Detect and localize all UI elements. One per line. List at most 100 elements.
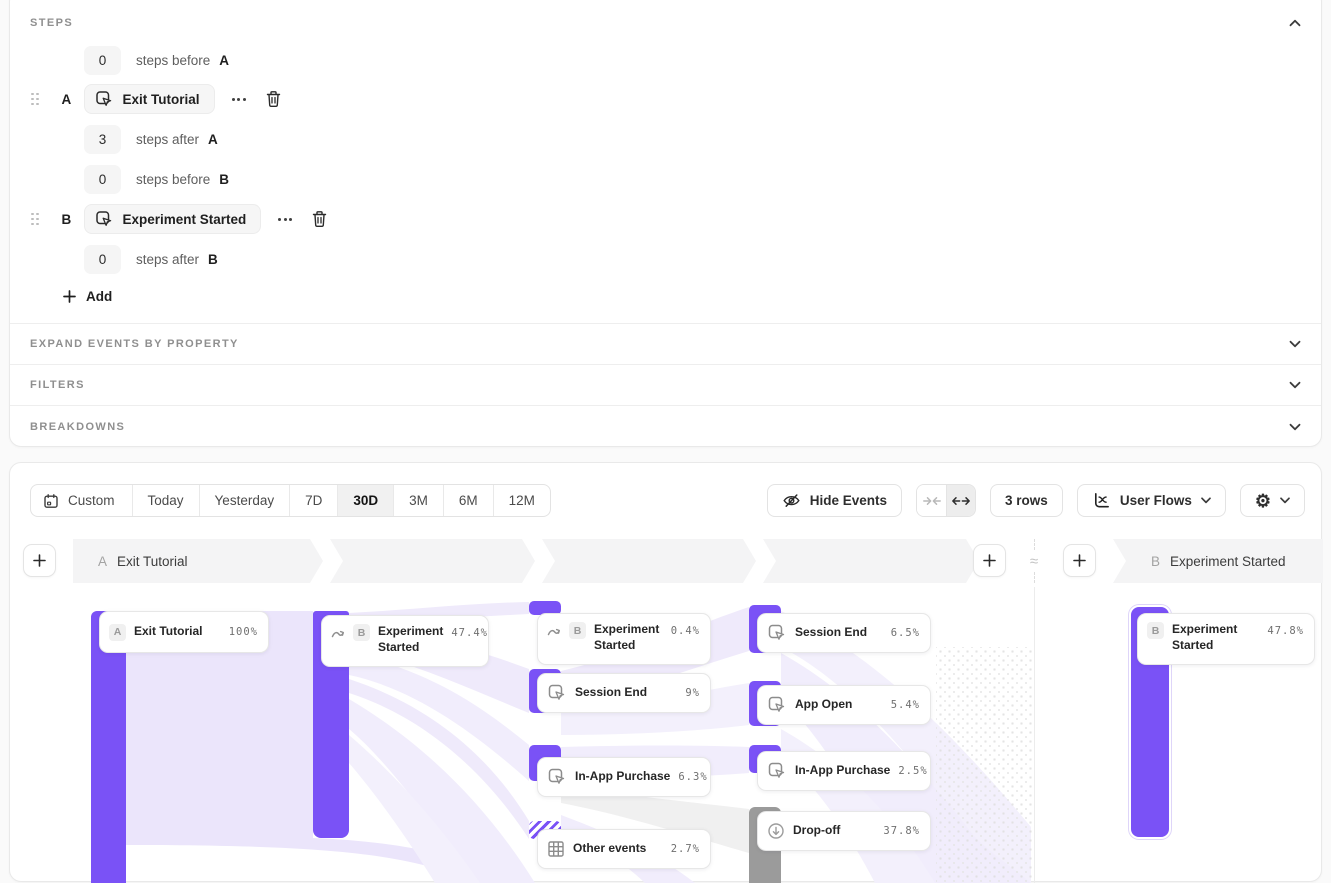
steps-before-a-input[interactable]: 0 [84, 46, 121, 75]
expand-events-by-property-section[interactable]: EXPAND EVENTS BY PROPERTY [10, 323, 1321, 364]
date-range-12m[interactable]: 12M [493, 485, 550, 516]
header-step-name: Exit Tutorial [117, 554, 188, 569]
chevron-up-icon[interactable] [1285, 13, 1305, 33]
rows-count-label: 3 rows [1005, 493, 1048, 508]
date-range-30d[interactable]: 30D [337, 485, 393, 516]
flows-report-panel: Custom Today Yesterday 7D 30D 3M 6M 12M … [9, 462, 1322, 882]
event-chip-label: Experiment Started [123, 212, 247, 227]
user-flows-icon [1092, 491, 1111, 510]
step-b-row: B Experiment Started [31, 204, 328, 234]
collapsed-gap-dots [936, 647, 1032, 883]
header-step-b[interactable]: B Experiment Started [1113, 539, 1323, 583]
add-column-button[interactable] [1063, 544, 1096, 577]
flow-card-experiment-started-04[interactable]: B Experiment Started 0.4% [537, 613, 711, 665]
step-ref: A [208, 132, 218, 147]
add-column-button[interactable] [973, 544, 1006, 577]
section-label: BREAKDOWNS [30, 421, 1285, 433]
flow-card-in-app-purchase-2[interactable]: In-App Purchase 2.5% [757, 751, 931, 791]
steps-after-label: steps after [136, 132, 199, 147]
trash-icon[interactable] [265, 90, 282, 108]
expand-columns-icon[interactable] [946, 485, 975, 516]
collapse-columns-icon[interactable] [917, 485, 946, 516]
view-type-dropdown[interactable]: User Flows [1077, 484, 1226, 517]
section-label: FILTERS [30, 379, 1285, 391]
flow-card-percent: 6.3% [678, 771, 707, 783]
steps-title: STEPS [30, 17, 73, 29]
more-options-button[interactable] [230, 94, 248, 105]
grid-icon [547, 840, 565, 858]
flow-card-drop-off[interactable]: Drop-off 37.8% [757, 811, 931, 851]
flow-card-exit-tutorial[interactable]: A Exit Tutorial 100% [99, 611, 269, 653]
trash-icon[interactable] [311, 210, 328, 228]
toolbar-right-tools: Hide Events 3 rows User Flows [767, 484, 1305, 517]
event-icon [767, 695, 787, 715]
steps-section-header[interactable]: STEPS [30, 11, 1305, 35]
flow-card-title: In-App Purchase [575, 769, 670, 785]
header-segment [763, 539, 979, 583]
event-chip-experiment-started[interactable]: Experiment Started [84, 204, 262, 234]
flow-card-title: Experiment Started [594, 622, 663, 654]
date-range-group: Custom Today Yesterday 7D 30D 3M 6M 12M [30, 484, 551, 517]
event-icon [767, 761, 787, 781]
filters-section[interactable]: FILTERS [10, 364, 1321, 405]
step-b-badge: B [1147, 622, 1164, 639]
date-range-3m[interactable]: 3M [393, 485, 443, 516]
flow-card-percent: 100% [229, 626, 258, 638]
gap-divider-dash [1034, 572, 1035, 583]
steps-before-label: steps before [136, 172, 210, 187]
flow-card-app-open[interactable]: App Open 5.4% [757, 685, 931, 725]
drag-handle-icon[interactable] [31, 93, 39, 106]
date-range-label: Custom [68, 493, 115, 508]
step-ref: A [219, 53, 229, 68]
sankey-canvas: A Exit Tutorial 100% B Experiment Starte… [10, 587, 1323, 883]
flow-card-experiment-started-b[interactable]: B Experiment Started 47.8% [1137, 613, 1315, 665]
header-step-a[interactable]: A Exit Tutorial [73, 539, 323, 583]
date-range-7d[interactable]: 7D [289, 485, 337, 516]
chevron-down-icon [1201, 497, 1211, 504]
flow-card-session-end[interactable]: Session End 9% [537, 673, 711, 713]
steps-before-b-input[interactable]: 0 [84, 165, 121, 194]
flow-card-percent: 2.5% [898, 765, 927, 777]
flow-card-title: In-App Purchase [795, 763, 890, 779]
drag-handle-icon[interactable] [31, 213, 39, 226]
add-step-button[interactable]: Add [63, 289, 112, 304]
flow-card-percent: 5.4% [891, 699, 920, 711]
hide-events-label: Hide Events [810, 493, 887, 508]
flow-card-percent: 0.4% [671, 625, 700, 637]
event-icon [767, 623, 787, 643]
event-icon [547, 767, 567, 787]
event-chip-exit-tutorial[interactable]: Exit Tutorial [84, 84, 215, 114]
steps-after-b-input[interactable]: 0 [84, 245, 121, 274]
settings-dropdown[interactable]: ⚙ [1240, 484, 1305, 517]
calendar-icon [43, 493, 59, 509]
flow-card-title: App Open [795, 697, 883, 713]
flow-card-title: Session End [575, 685, 677, 701]
steps-after-a-input[interactable]: 3 [84, 125, 121, 154]
steps-after-b-row: 0 steps after B [84, 244, 218, 274]
date-range-today[interactable]: Today [132, 485, 199, 516]
hide-events-button[interactable]: Hide Events [767, 484, 902, 517]
flow-card-percent: 47.8% [1267, 625, 1304, 637]
rows-count-button[interactable]: 3 rows [990, 484, 1063, 517]
more-options-button[interactable] [276, 214, 294, 225]
event-chip-label: Exit Tutorial [123, 92, 200, 107]
breakdowns-section[interactable]: BREAKDOWNS [10, 405, 1321, 447]
step-ref: B [219, 172, 229, 187]
flow-gap-divider [1034, 587, 1035, 883]
flow-card-experiment-started-47[interactable]: B Experiment Started 47.4% [321, 615, 489, 667]
header-step-name: Experiment Started [1170, 554, 1286, 569]
add-column-button[interactable] [23, 544, 56, 577]
flow-card-in-app-purchase[interactable]: In-App Purchase 6.3% [537, 757, 711, 797]
flow-column-headers: A Exit Tutorial ≈ B Experiment Started [10, 539, 1321, 583]
indirect-flow-arrow-icon [547, 625, 561, 638]
drop-off-icon [767, 822, 785, 840]
date-range-yesterday[interactable]: Yesterday [199, 485, 290, 516]
step-letter: B [62, 212, 75, 227]
collapse-expand-toggle [916, 484, 976, 517]
flow-card-session-end-2[interactable]: Session End 6.5% [757, 613, 931, 653]
date-range-custom[interactable]: Custom [31, 485, 132, 516]
date-range-6m[interactable]: 6M [443, 485, 493, 516]
step-letter: A [62, 92, 75, 107]
header-step-letter: B [1151, 554, 1160, 569]
flow-card-other-events[interactable]: Other events 2.7% [537, 829, 711, 869]
